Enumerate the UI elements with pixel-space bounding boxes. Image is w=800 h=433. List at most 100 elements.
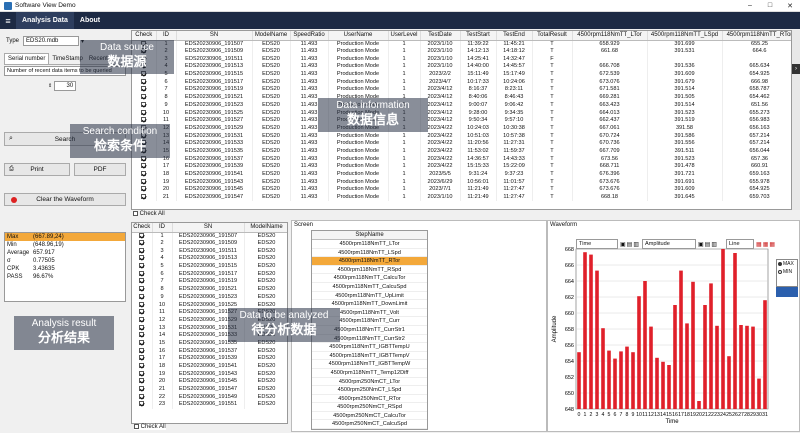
checkbox[interactable] [141,48,147,54]
checkbox[interactable] [141,140,147,146]
step-item[interactable]: 4500rpm118NmTT_LSpd [312,249,427,258]
row-checkbox[interactable] [132,193,157,202]
sample-row[interactable]: 20 EDS20230906_191545 EDS20 [132,378,287,386]
checkbox[interactable] [139,247,145,253]
sample-row[interactable]: 23 EDS20230906_191551 EDS20 [132,401,287,409]
table-row[interactable]: 7 EDS20230906_191519 EDS20 11.493 Production… [132,86,791,94]
row-checkbox[interactable] [132,78,157,87]
tab-timestamp[interactable]: TimeStamp [49,54,85,64]
sample-row[interactable]: 6 EDS20230906_191517 EDS20 [132,270,287,279]
step-item[interactable]: 4500rpm118NmTT_IGBTTempW [312,360,427,369]
search-button[interactable]: ⌕ Search [4,132,126,146]
checkbox[interactable] [139,393,145,399]
row-checkbox[interactable] [132,40,157,48]
step-item[interactable]: 4500rpm118NmTT_IGBTTempV [312,352,427,361]
row-checkbox[interactable] [132,70,157,79]
main-col-header[interactable]: SpeedRatio [290,31,329,41]
sample-checkbox-cell[interactable] [132,247,153,256]
checkbox[interactable] [141,63,147,69]
table-row[interactable]: 10 EDS20230906_191525 EDS20 11.493 Productio… [132,109,791,117]
sample-checkbox-cell[interactable] [132,308,153,317]
menu-about[interactable]: About [74,12,106,29]
sample-checkbox-cell[interactable] [132,293,153,302]
checkbox[interactable] [139,401,145,407]
type-dropdown-icon[interactable]: ▾ [81,38,84,45]
checkbox[interactable] [139,386,145,392]
sample-checkbox-cell[interactable] [132,393,153,402]
main-col-header[interactable]: TestEnd [496,31,533,41]
sample-checkbox-cell[interactable] [132,316,153,325]
row-checkbox[interactable] [132,163,157,171]
sample-checkbox-cell[interactable] [132,362,153,371]
main-col-header[interactable]: Check [132,31,157,41]
row-checkbox[interactable] [132,47,157,56]
sample-checkbox-cell[interactable] [132,339,153,348]
checkbox[interactable] [141,117,147,123]
sample-col-header[interactable]: SN [172,223,245,233]
sample-row[interactable]: 21 EDS20230906_191547 EDS20 [132,385,287,394]
step-item[interactable]: 4500rpm250NmCT_LSpd [312,386,427,395]
checkbox[interactable] [141,194,147,200]
tab-serial-number[interactable]: Serial number [4,53,50,64]
step-item[interactable]: 4500rpm118NmTT_DownLimit [312,300,427,309]
checkbox[interactable] [141,186,147,192]
sample-checkbox-cell[interactable] [132,401,153,409]
sample-check-all-box[interactable] [134,424,139,429]
table-row[interactable]: 3 EDS20230906_191511 EDS20 11.493 Production… [132,55,791,64]
row-checkbox[interactable] [132,139,157,148]
step-item[interactable]: 4500rpm118NmTT_RTor [312,257,427,266]
checkbox[interactable] [141,124,147,130]
sample-checkbox-cell[interactable] [132,262,153,271]
stepper-arrows[interactable]: ⇕ [48,83,52,89]
sample-row[interactable]: 22 EDS20230906_191549 EDS20 [132,393,287,402]
table-row[interactable]: 12 EDS20230906_191529 EDS20 11.493 Productio… [132,124,791,133]
checkbox[interactable] [139,316,145,322]
type-select[interactable]: EDS20.mdb [23,36,80,46]
tab-recent[interactable]: Recent [86,54,111,64]
main-col-header[interactable]: UserName [328,31,389,41]
step-item[interactable]: 4500rpm118NmTT_RSpd [312,266,427,275]
sample-checkbox-cell[interactable] [132,278,153,286]
checkbox[interactable] [139,332,145,338]
sample-col-header[interactable]: ID [152,223,173,233]
checkbox[interactable] [139,286,145,292]
maximize-button[interactable]: □ [760,2,780,9]
checkbox[interactable] [141,78,147,84]
table-row[interactable]: 18 EDS20230906_191541 EDS20 11.493 Productio… [132,170,791,179]
checkbox[interactable] [141,109,147,115]
check-all-box[interactable] [133,211,138,216]
table-row[interactable]: 20 EDS20230906_191545 EDS20 11.493 Productio… [132,186,791,194]
sample-checkbox-cell[interactable] [132,270,153,279]
sample-col-header[interactable]: ModelName [244,223,287,233]
menu-analysis-data[interactable]: Analysis Data [16,12,74,29]
sample-check-all[interactable]: Check All [134,424,166,431]
sample-row[interactable]: 15 EDS20230906_191535 EDS20 [132,339,287,348]
sample-checkbox-cell[interactable] [132,378,153,386]
sample-row[interactable]: 14 EDS20230906_191533 EDS20 [132,331,287,340]
sample-row[interactable]: 16 EDS20230906_191537 EDS20 [132,347,287,355]
step-item[interactable]: 4500rpm118NmTT_Temp12Diff [312,369,427,378]
main-check-all[interactable]: Check All [133,211,165,217]
checkbox[interactable] [139,240,145,246]
checkbox[interactable] [139,355,145,361]
step-item[interactable]: 4500rpm118NmTT_CurrStr2 [312,335,427,344]
checkbox[interactable] [139,255,145,261]
checkbox[interactable] [141,71,147,77]
checkbox[interactable] [141,147,147,153]
pdf-button[interactable]: PDF [74,163,126,176]
checkbox[interactable] [141,155,147,161]
checkbox[interactable] [141,40,147,46]
sample-row[interactable]: 7 EDS20230906_191519 EDS20 [132,278,287,286]
row-checkbox[interactable] [132,63,157,71]
main-col-header[interactable]: TotalResult [532,31,573,41]
step-item[interactable]: 4500rpm250NmCT_RTor [312,395,427,404]
row-checkbox[interactable] [132,147,157,156]
sample-row[interactable]: 3 EDS20230906_191511 EDS20 [132,247,287,256]
row-checkbox[interactable] [132,170,157,179]
sample-row[interactable]: 19 EDS20230906_191543 EDS20 [132,370,287,379]
checkbox[interactable] [141,86,147,92]
recent-count-input[interactable]: 30 [54,81,77,91]
checkbox[interactable] [141,171,147,177]
checkbox[interactable] [139,347,145,353]
step-item[interactable]: 4500rpm118NmTT_CalcuTor [312,274,427,283]
